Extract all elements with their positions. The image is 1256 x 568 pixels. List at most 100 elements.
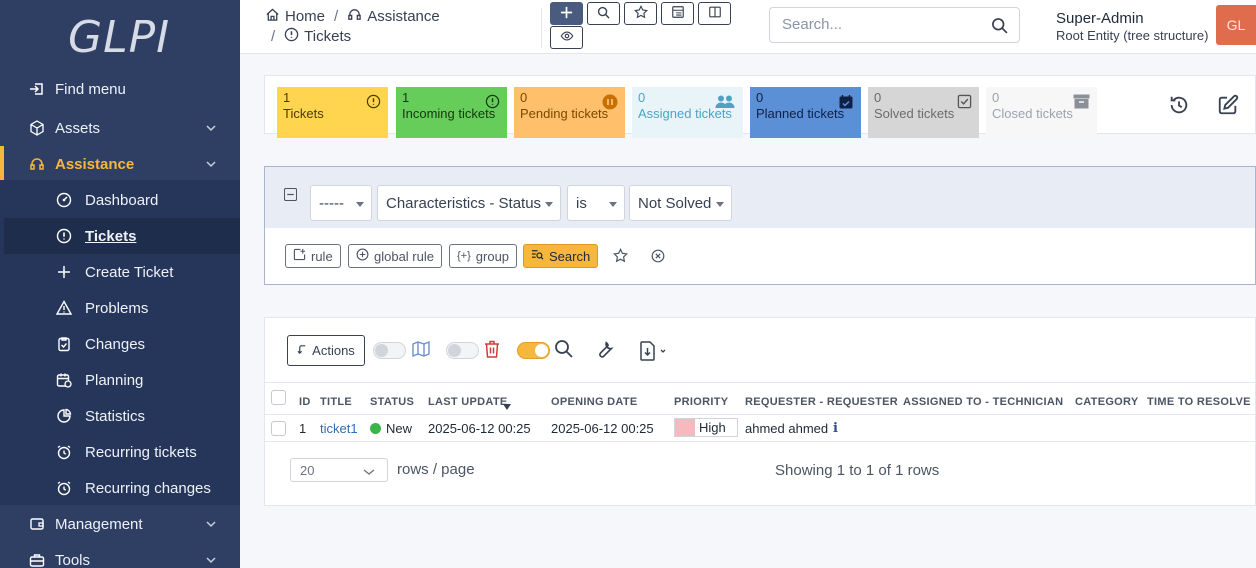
saved-searches-button[interactable] — [624, 2, 657, 25]
avatar[interactable]: GL — [1216, 5, 1256, 45]
sidebar-subitem-label: Tickets — [85, 227, 137, 245]
field-select[interactable]: Characteristics - Status — [377, 185, 561, 221]
list-search-icon — [531, 248, 544, 264]
add-rule-label: rule — [311, 248, 333, 264]
add-button[interactable] — [550, 2, 583, 25]
split-view-button[interactable] — [698, 2, 731, 25]
sidebar-subitem-dashboard[interactable]: Dashboard — [4, 182, 240, 218]
operator-select[interactable]: is — [567, 185, 625, 221]
archive-icon — [1073, 94, 1090, 112]
sidebar-subitem-planning[interactable]: Planning — [4, 362, 240, 398]
breadcrumb-home[interactable]: Home — [285, 8, 325, 25]
layout-columns-icon — [708, 5, 722, 22]
sidebar-subitem-tickets[interactable]: Tickets — [4, 218, 240, 254]
find-menu-icon — [28, 80, 46, 98]
list-details-icon — [671, 5, 685, 22]
search-input[interactable] — [782, 16, 982, 33]
add-global-rule-button[interactable]: global rule — [348, 244, 442, 268]
tile-closed-tickets[interactable]: 0 Closed tickets — [986, 87, 1097, 138]
link-select[interactable]: ----- — [310, 185, 372, 221]
sidebar-subitem-problems[interactable]: Problems — [4, 290, 240, 326]
col-status[interactable]: STATUS — [370, 396, 414, 408]
tile-incoming-tickets[interactable]: 1 Incoming tickets — [396, 87, 507, 138]
watch-button[interactable] — [550, 26, 583, 49]
actions-button[interactable]: Actions — [287, 335, 365, 366]
breadcrumb-line-2: / Tickets — [271, 27, 351, 46]
col-last-update[interactable]: LAST UPDATE — [428, 396, 507, 408]
cube-icon — [28, 119, 46, 137]
chevron-down-icon — [204, 121, 218, 135]
col-priority[interactable]: PRIORITY — [674, 396, 728, 408]
sidebar-item-tools[interactable]: Tools — [0, 542, 240, 568]
alert-circle-icon — [284, 27, 299, 46]
alarm-icon — [55, 443, 73, 461]
collapse-icon[interactable] — [283, 187, 298, 204]
sidebar-subitem-recurring-changes[interactable]: Recurring changes — [4, 470, 240, 506]
search-icon[interactable] — [991, 17, 1008, 37]
glpi-logo[interactable]: GLPI — [68, 12, 178, 63]
history-button[interactable] — [1164, 91, 1194, 121]
reset-circle-icon[interactable] — [651, 249, 665, 266]
list-view-button[interactable] — [661, 2, 694, 25]
tile-pending-tickets[interactable]: 0 Pending tickets — [514, 87, 625, 138]
add-rule-button[interactable]: rule — [285, 244, 341, 268]
sidebar-subitem-label: Problems — [85, 299, 149, 317]
map-toggle[interactable] — [373, 342, 406, 359]
breadcrumb-tickets[interactable]: Tickets — [304, 28, 351, 45]
sidebar-item-find-menu[interactable]: Find menu — [0, 71, 240, 107]
map-icon — [411, 339, 431, 362]
alert-circle-icon — [55, 227, 73, 245]
file-export-icon[interactable] — [638, 341, 668, 364]
col-category[interactable]: CATEGORY — [1075, 396, 1139, 408]
assistance-submenu: Dashboard Tickets Create Ticket Problems… — [0, 180, 240, 505]
search-icon[interactable] — [554, 339, 574, 362]
square-check-icon — [957, 94, 972, 112]
tile-assigned-tickets[interactable]: 0 Assigned tickets — [632, 87, 743, 138]
breadcrumb-assistance[interactable]: Assistance — [367, 8, 440, 25]
value-select[interactable]: Not Solved — [629, 185, 732, 221]
tile-tickets[interactable]: 1 Tickets — [277, 87, 388, 138]
wrench-icon[interactable] — [593, 339, 615, 364]
sidebar-subitem-statistics[interactable]: Statistics — [4, 398, 240, 434]
rows-per-page-select[interactable]: 20 — [290, 458, 388, 482]
search-button-label: Search — [549, 248, 591, 264]
cell-requester[interactable]: ahmed ahmed — [745, 421, 828, 436]
col-id[interactable]: ID — [299, 396, 311, 408]
user-name[interactable]: Super-Admin — [1056, 10, 1144, 27]
search-mode-toggle[interactable] — [517, 342, 550, 359]
sidebar-item-assistance[interactable]: Assistance — [0, 146, 240, 182]
col-time-to-resolve[interactable]: TIME TO RESOLVE — [1147, 396, 1251, 408]
cell-priority: High — [674, 418, 738, 437]
rows-per-page-label: rows / page — [397, 461, 475, 478]
corner-left-down-icon — [297, 343, 308, 358]
user-entity[interactable]: Root Entity (tree structure) — [1056, 28, 1208, 43]
sidebar-subitem-label: Create Ticket — [85, 263, 174, 281]
col-opening-date[interactable]: OPENING DATE — [551, 396, 638, 408]
star-icon[interactable] — [612, 247, 629, 266]
pause-icon — [602, 94, 618, 113]
search-toggle-button[interactable] — [587, 2, 620, 25]
pagination-summary: Showing 1 to 1 of 1 rows — [775, 462, 940, 479]
tile-solved-tickets[interactable]: 0 Solved tickets — [868, 87, 979, 138]
tile-planned-tickets[interactable]: 0 Planned tickets — [750, 87, 861, 138]
search-button[interactable]: Search — [523, 244, 599, 268]
sidebar-subitem-create-ticket[interactable]: Create Ticket — [4, 254, 240, 290]
select-all-checkbox[interactable] — [271, 390, 286, 405]
row-checkbox[interactable] — [271, 421, 286, 436]
sidebar-item-assets[interactable]: Assets — [0, 110, 240, 146]
sidebar-subitem-changes[interactable]: Changes — [4, 326, 240, 362]
caret-down-icon — [609, 202, 617, 207]
ticket-title-link[interactable]: ticket1 — [320, 421, 358, 436]
operator-select-value: is — [576, 195, 587, 212]
col-title[interactable]: TITLE — [320, 396, 352, 408]
edit-tiles-button[interactable] — [1213, 91, 1243, 121]
sidebar-item-management[interactable]: Management — [0, 506, 240, 542]
col-requester[interactable]: REQUESTER - REQUESTER — [745, 396, 898, 408]
info-icon[interactable]: i — [833, 421, 838, 436]
add-group-button[interactable]: {+} group — [449, 244, 518, 268]
sidebar-subitem-recurring-tickets[interactable]: Recurring tickets — [4, 434, 240, 470]
col-assigned-to[interactable]: ASSIGNED TO - TECHNICIAN — [903, 396, 1063, 408]
search-icon — [597, 6, 610, 22]
trash-toggle[interactable] — [446, 342, 479, 359]
plus-icon — [560, 6, 573, 22]
